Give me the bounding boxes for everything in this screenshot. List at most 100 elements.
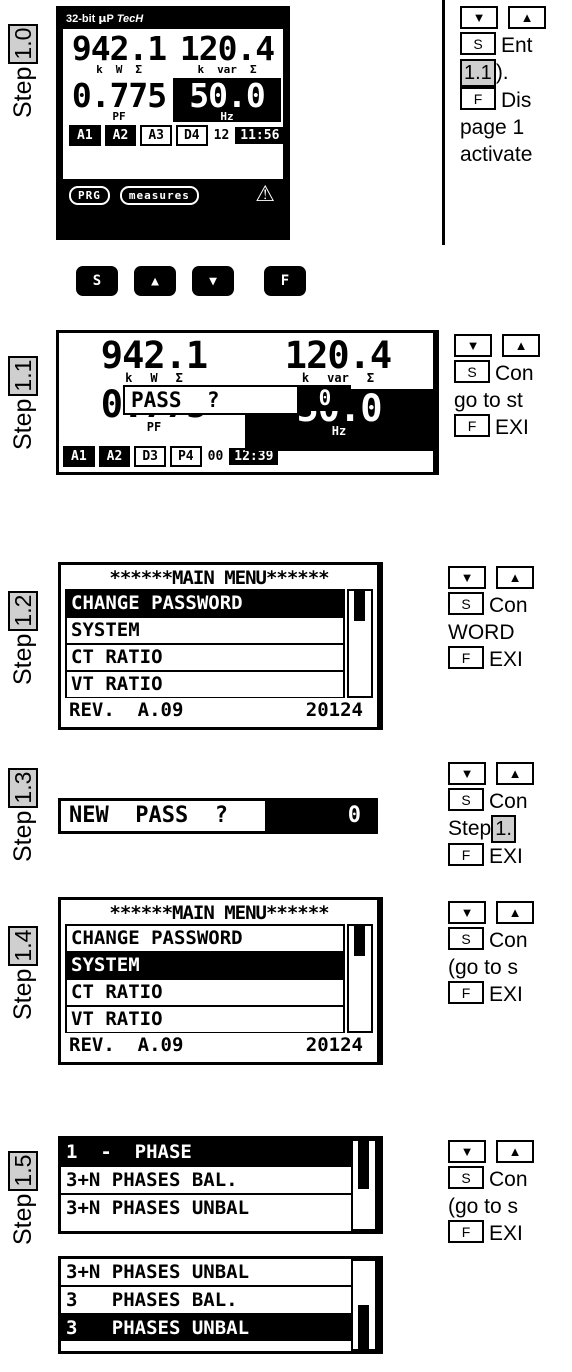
brand-mid: P bbox=[106, 13, 117, 25]
menu-scrollbar-1-2[interactable] bbox=[347, 589, 373, 698]
s-key[interactable]: S bbox=[76, 266, 118, 296]
password-prompt-value[interactable]: 0 bbox=[299, 385, 351, 411]
phase-option-1-phase[interactable]: 1 - PHASE bbox=[61, 1139, 351, 1165]
pf-value: 0.775 bbox=[71, 76, 167, 115]
measures-button[interactable]: measures bbox=[119, 186, 199, 205]
s-key-icon[interactable]: S bbox=[454, 360, 490, 383]
step-number: 1.4 bbox=[8, 925, 38, 966]
down-arrow-icon[interactable]: ▼ bbox=[448, 901, 486, 924]
scrollbar-thumb[interactable] bbox=[358, 1305, 369, 1353]
f-key-icon[interactable]: F bbox=[448, 1220, 484, 1243]
divider-1-2 bbox=[380, 562, 383, 730]
step-word: Step bbox=[8, 633, 37, 685]
main-menu-body-1-2: CHANGE PASSWORD SYSTEM CT RATIO VT RATIO bbox=[65, 589, 373, 698]
menu-item-ct-ratio[interactable]: CT RATIO bbox=[65, 644, 345, 671]
step-reference: 1. bbox=[491, 815, 516, 843]
power-reading-1-1: 942.1 k W Σ bbox=[62, 336, 246, 385]
scrollbar-thumb[interactable] bbox=[358, 1141, 369, 1189]
instruction-text-activate-1-0: activate bbox=[460, 143, 533, 166]
f-key-icon[interactable]: F bbox=[448, 843, 484, 866]
up-key[interactable]: ▲ bbox=[134, 266, 176, 296]
keypad-row: S ▲ ▼ F bbox=[76, 266, 306, 300]
instruction-text-f-1-2: EXI bbox=[489, 648, 523, 671]
instruction-line-f-1-4: F EXI bbox=[448, 981, 572, 1008]
step-number: 1.1 bbox=[8, 355, 38, 396]
menu-item-vt-ratio-1-4[interactable]: VT RATIO bbox=[65, 1006, 345, 1033]
f-key-icon[interactable]: F bbox=[460, 87, 496, 110]
down-arrow-icon[interactable]: ▼ bbox=[448, 566, 486, 589]
status-tag-p4-1-1: P4 bbox=[169, 446, 202, 467]
menu-item-ct-ratio-1-4[interactable]: CT RATIO bbox=[65, 979, 345, 1006]
instructions-1-2: ▼ ▲ S Con WORD F EXI bbox=[448, 566, 572, 673]
down-arrow-icon[interactable]: ▼ bbox=[460, 6, 498, 29]
up-arrow-icon[interactable]: ▲ bbox=[496, 901, 534, 924]
down-arrow-icon[interactable]: ▼ bbox=[454, 334, 492, 357]
s-key-icon[interactable]: S bbox=[448, 592, 484, 615]
instruction-text-f-1-3: EXI bbox=[489, 845, 523, 868]
instruction-line-activate-1-0: activate bbox=[460, 141, 572, 168]
s-key-icon[interactable]: S bbox=[460, 32, 496, 55]
reactive-unit-sigma-1-1: Σ bbox=[366, 371, 375, 385]
prg-button[interactable]: PRG bbox=[69, 186, 110, 205]
f-key-icon[interactable]: F bbox=[448, 981, 484, 1004]
menu-scrollbar-1-4[interactable] bbox=[347, 924, 373, 1033]
instruction-line-page-1-0: page 1 bbox=[460, 114, 572, 141]
main-menu-body-1-4: CHANGE PASSWORD SYSTEM CT RATIO VT RATIO bbox=[65, 924, 373, 1033]
instruction-text-s-1-0: Ent bbox=[501, 34, 533, 57]
phase-option-3-bal[interactable]: 3 PHASES BAL. bbox=[61, 1285, 351, 1313]
divider-1-0 bbox=[442, 0, 445, 245]
menu-code-1-4: 20124 bbox=[305, 1034, 363, 1056]
meter-lcd-screen: 942.1 k W Σ 120.4 k var Σ 0.775 PF 50.0 … bbox=[63, 29, 285, 179]
instruction-text-s-1-4: Con bbox=[489, 929, 528, 952]
s-key-icon[interactable]: S bbox=[448, 927, 484, 950]
password-prompt-popup[interactable]: PASS ? bbox=[123, 385, 299, 415]
menu-item-change-password-1-4[interactable]: CHANGE PASSWORD bbox=[65, 924, 345, 952]
meter-brand: 32-bit μP TecH bbox=[63, 11, 283, 29]
up-arrow-icon[interactable]: ▲ bbox=[496, 1140, 534, 1163]
phase-scrollbar-bottom[interactable] bbox=[351, 1259, 377, 1353]
down-arrow-icon[interactable]: ▼ bbox=[448, 1140, 486, 1163]
main-menu-title-1-4: ******MAIN MENU****** bbox=[109, 902, 329, 924]
s-key-icon[interactable]: S bbox=[448, 788, 484, 811]
divider-1-1 bbox=[436, 330, 439, 475]
s-key-icon[interactable]: S bbox=[448, 1166, 484, 1189]
phase-option-3n-bal[interactable]: 3+N PHASES BAL. bbox=[61, 1165, 351, 1193]
instruction-text-s-1-5: Con bbox=[489, 1168, 528, 1191]
instruction-line-goto-1-5: (go to s bbox=[448, 1193, 572, 1220]
up-arrow-icon[interactable]: ▲ bbox=[496, 762, 534, 785]
pf-reading: 0.775 PF bbox=[65, 76, 173, 123]
meter-device-1-0: 32-bit μP TecH 942.1 k W Σ 120.4 k var Σ… bbox=[56, 6, 290, 240]
instruction-text-f-1-5: EXI bbox=[489, 1222, 523, 1245]
menu-item-vt-ratio[interactable]: VT RATIO bbox=[65, 671, 345, 698]
instruction-line-s-1-1: S Con bbox=[454, 360, 572, 387]
up-arrow-icon[interactable]: ▲ bbox=[496, 566, 534, 589]
step-word: Step bbox=[8, 968, 37, 1020]
f-key[interactable]: F bbox=[264, 266, 306, 296]
f-key-icon[interactable]: F bbox=[448, 646, 484, 669]
menu-item-system[interactable]: SYSTEM bbox=[65, 617, 345, 644]
down-key[interactable]: ▼ bbox=[192, 266, 234, 296]
status-tag-page: 12 bbox=[213, 128, 230, 143]
menu-item-change-password[interactable]: CHANGE PASSWORD bbox=[65, 589, 345, 617]
new-password-value[interactable]: 0 bbox=[265, 801, 375, 831]
menu-item-system-1-4[interactable]: SYSTEM bbox=[65, 952, 345, 979]
instructions-1-5: ▼ ▲ S Con (go to s F EXI bbox=[448, 1140, 572, 1247]
scrollbar-thumb[interactable] bbox=[354, 591, 365, 621]
f-key-icon[interactable]: F bbox=[454, 414, 490, 437]
scrollbar-thumb[interactable] bbox=[354, 926, 365, 956]
main-menu-footer-1-2: REV. A.09 20124 bbox=[65, 698, 373, 722]
phase-option-3n-unbal[interactable]: 3+N PHASES UNBAL bbox=[61, 1193, 351, 1221]
instruction-text-s-1-2: Con bbox=[489, 594, 528, 617]
instruction-line-f-1-2: F EXI bbox=[448, 646, 572, 673]
down-arrow-icon[interactable]: ▼ bbox=[448, 762, 486, 785]
phase-option-3-unbal[interactable]: 3 PHASES UNBAL bbox=[61, 1313, 351, 1341]
phase-scrollbar-top[interactable] bbox=[351, 1139, 377, 1231]
up-arrow-icon[interactable]: ▲ bbox=[502, 334, 540, 357]
status-tag-a2-1-1: A2 bbox=[98, 446, 131, 467]
new-password-field-1-3[interactable]: NEW PASS ? 0 bbox=[58, 798, 378, 834]
up-arrow-icon[interactable]: ▲ bbox=[508, 6, 546, 29]
status-tag-a2: A2 bbox=[104, 125, 137, 146]
phase-option-3n-unbal-2[interactable]: 3+N PHASES UNBAL bbox=[61, 1259, 351, 1285]
power-reading: 942.1 k W Σ bbox=[65, 31, 173, 76]
instruction-text-goto-1-1: go to st bbox=[454, 389, 523, 412]
